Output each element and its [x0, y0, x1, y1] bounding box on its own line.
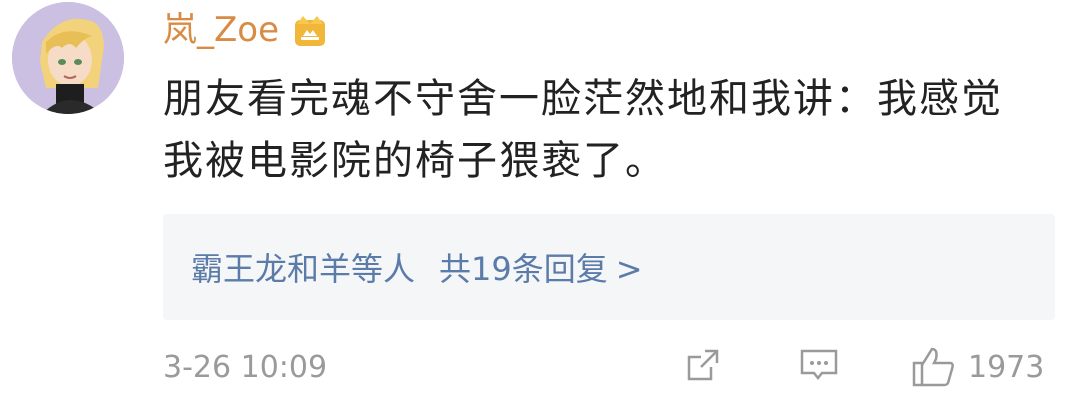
- username-row: 岚_Zoe: [163, 4, 331, 56]
- like-button[interactable]: 1973: [910, 345, 1044, 389]
- share-button[interactable]: [683, 345, 723, 385]
- chevron-right-icon: >: [615, 250, 643, 288]
- reply-summary[interactable]: 霸王龙和羊等人 共19条回复 >: [163, 214, 1055, 320]
- like-count: 1973: [968, 349, 1045, 385]
- share-icon: [687, 349, 719, 381]
- thumbs-up-icon: [912, 347, 954, 387]
- avatar[interactable]: [12, 2, 124, 114]
- comment-text: 朋友看完魂不守舍一脸茫然地和我讲：我感觉我被电影院的椅子猥亵了。: [163, 76, 1003, 184]
- reply-participants[interactable]: 霸王龙和羊等人: [191, 244, 415, 290]
- comment-icon: [800, 349, 838, 381]
- crown-badge-icon[interactable]: [289, 10, 331, 50]
- timestamp: 3-26 10:09: [163, 350, 328, 385]
- avatar-illustration: [12, 2, 124, 114]
- comment-button[interactable]: [798, 345, 840, 385]
- username[interactable]: 岚_Zoe: [163, 4, 279, 56]
- reply-count: 共19条回复: [439, 250, 608, 288]
- reply-count-link[interactable]: 共19条回复 >: [439, 244, 643, 290]
